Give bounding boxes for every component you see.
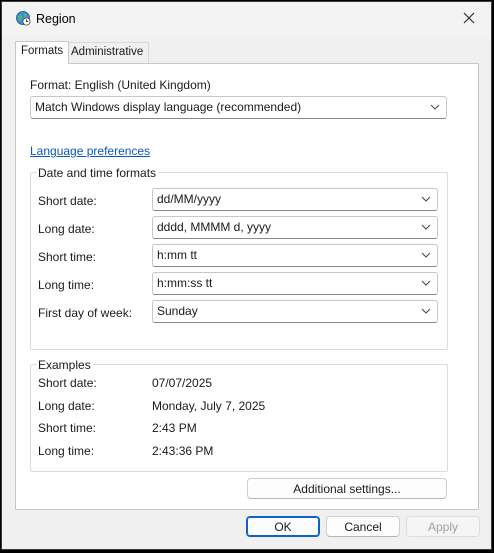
format-dropdown[interactable]: Match Windows display language (recommen… — [30, 96, 447, 119]
chevron-down-icon — [421, 196, 431, 202]
chevron-down-icon — [421, 308, 431, 314]
short-time-dropdown[interactable]: h:mm tt — [152, 244, 438, 267]
long-date-dropdown[interactable]: dddd, MMMM d, yyyy — [152, 216, 438, 239]
long-time-value: h:mm:ss tt — [157, 276, 213, 290]
tab-formats[interactable]: Formats — [15, 41, 70, 64]
example-long-date-value: Monday, July 7, 2025 — [152, 399, 266, 413]
first-day-of-week-label: First day of week: — [38, 306, 133, 320]
apply-button[interactable]: Apply — [406, 516, 480, 537]
chevron-down-icon — [430, 104, 440, 110]
example-long-time-label: Long time: — [38, 444, 95, 458]
example-short-time-label: Short time: — [38, 421, 97, 435]
long-time-dropdown[interactable]: h:mm:ss tt — [152, 272, 438, 295]
close-icon — [463, 12, 475, 24]
example-long-date-label: Long date: — [38, 399, 95, 413]
tab-administrative[interactable]: Administrative — [66, 42, 150, 63]
window-title: Region — [36, 12, 76, 26]
example-short-date-label: Short date: — [38, 376, 97, 390]
chevron-down-icon — [421, 280, 431, 286]
example-short-date-value: 07/07/2025 — [152, 376, 213, 390]
region-dialog: Region Formats Administrative Format: En… — [1, 1, 492, 550]
chevron-down-icon — [421, 252, 431, 258]
cancel-button[interactable]: Cancel — [326, 516, 400, 537]
format-dropdown-value: Match Windows display language (recommen… — [35, 100, 302, 114]
examples-title: Examples — [36, 358, 93, 372]
example-short-time-value: 2:43 PM — [152, 421, 197, 435]
short-date-label: Short date: — [38, 194, 97, 208]
ok-button[interactable]: OK — [246, 516, 320, 537]
long-date-value: dddd, MMMM d, yyyy — [157, 220, 272, 234]
example-long-time-value: 2:43:36 PM — [152, 444, 214, 458]
date-time-formats-title: Date and time formats — [36, 166, 159, 180]
short-date-value: dd/MM/yyyy — [157, 192, 222, 206]
globe-clock-icon — [15, 10, 31, 26]
additional-settings-button[interactable]: Additional settings... — [247, 478, 447, 499]
language-preferences-link[interactable]: Language preferences — [30, 144, 150, 158]
long-time-label: Long time: — [38, 278, 95, 292]
first-day-of-week-value: Sunday — [157, 304, 198, 318]
close-button[interactable] — [447, 2, 491, 34]
first-day-of-week-dropdown[interactable]: Sunday — [152, 300, 438, 323]
long-date-label: Long date: — [38, 222, 95, 236]
short-time-value: h:mm tt — [157, 248, 198, 262]
formats-panel: Format: English (United Kingdom) Match W… — [15, 63, 479, 510]
title-bar: Region — [2, 2, 491, 36]
short-date-dropdown[interactable]: dd/MM/yyyy — [152, 188, 438, 211]
format-label: Format: English (United Kingdom) — [30, 78, 211, 92]
short-time-label: Short time: — [38, 250, 97, 264]
chevron-down-icon — [421, 224, 431, 230]
